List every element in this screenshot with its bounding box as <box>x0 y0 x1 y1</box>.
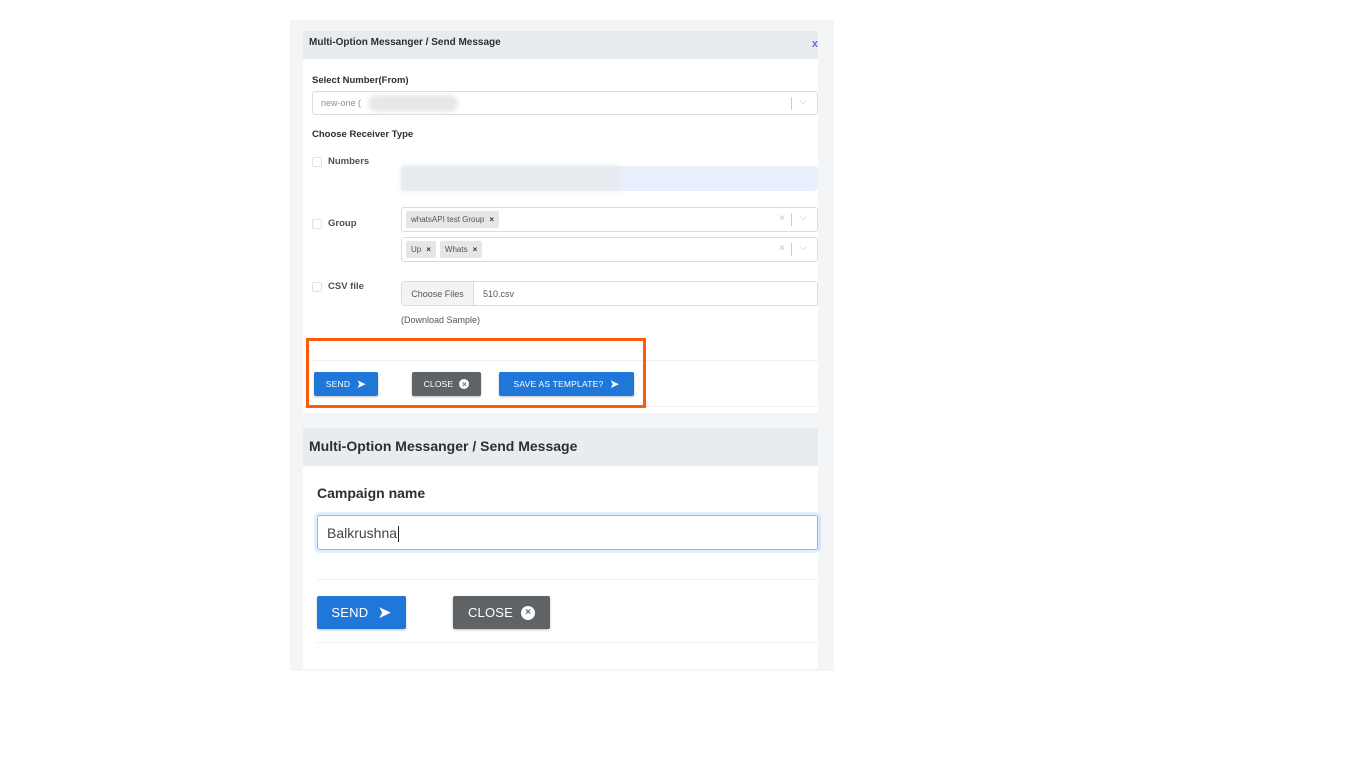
dropdown-indicator[interactable]: ⌵ <box>791 92 817 114</box>
divider <box>317 579 818 580</box>
download-sample-link[interactable]: (Download Sample) <box>401 315 480 325</box>
indicator-separator <box>791 213 792 226</box>
redacted-numbers <box>401 166 621 191</box>
dropdown-indicator[interactable]: ⌵ <box>791 208 817 231</box>
csv-option: CSV file <box>312 281 364 292</box>
close-button[interactable]: CLOSE × <box>453 596 550 629</box>
send-button[interactable]: SEND ➤ <box>317 596 406 629</box>
csv-label: CSV file <box>328 281 364 292</box>
chevron-down-icon: ⌵ <box>800 96 807 106</box>
close-icon[interactable]: x <box>812 38 818 50</box>
numbers-option: Numbers <box>312 156 369 167</box>
text-cursor <box>398 526 400 543</box>
group-checkbox[interactable] <box>312 218 322 229</box>
selected-tags: whatsAPI test Group × <box>406 211 500 228</box>
receiver-type-label: Choose Receiver Type <box>312 129 414 140</box>
clear-icon[interactable]: × <box>779 213 785 224</box>
tag: Up × <box>406 241 436 258</box>
campaign-name-input[interactable]: Balkrushna <box>317 515 818 550</box>
campaign-name-label: Campaign name <box>317 485 426 501</box>
choose-files-button[interactable]: Choose Files <box>402 282 474 305</box>
panel-header: Multi-Option Messanger / Send Message x <box>303 31 818 59</box>
tag-remove-icon[interactable]: × <box>473 245 478 254</box>
tag: whatsAPI test Group × <box>406 211 500 228</box>
tag: Whats × <box>439 241 483 258</box>
breadcrumb: Multi-Option Messanger / Send Message <box>309 438 578 454</box>
send-icon: ➤ <box>377 602 392 622</box>
chevron-down-icon: ⌵ <box>800 212 807 222</box>
close-circle-icon: × <box>521 605 536 620</box>
select-number-dropdown[interactable]: new-one ( ⌵ <box>312 91 818 115</box>
dropdown-indicator[interactable]: ⌵ <box>791 238 817 261</box>
panel-header: Multi-Option Messanger / Send Message <box>303 428 818 466</box>
file-name: 510.csv <box>483 289 515 299</box>
indicator-separator <box>791 243 792 256</box>
chevron-down-icon: ⌵ <box>800 242 807 252</box>
indicator-separator <box>791 97 792 110</box>
redacted-number <box>368 95 458 112</box>
tag-label: Whats <box>444 245 468 254</box>
close-label: CLOSE <box>467 605 514 620</box>
send-message-panel-large: Multi-Option Messanger / Send Message Ca… <box>303 428 818 669</box>
numbers-input[interactable] <box>401 166 818 191</box>
clear-icon[interactable]: × <box>779 243 785 254</box>
send-label: SEND <box>331 605 369 620</box>
highlight-box <box>306 338 646 408</box>
tag-label: whatsAPI test Group <box>411 215 485 224</box>
group-select-1[interactable]: whatsAPI test Group × × ⌵ <box>401 207 818 232</box>
select-number-value: new-one ( <box>321 98 362 108</box>
group-option: Group <box>312 218 357 229</box>
tag-remove-icon[interactable]: × <box>489 215 494 224</box>
csv-checkbox[interactable] <box>312 281 322 292</box>
select-number-label: Select Number(From) <box>312 75 409 86</box>
tag-label: Up <box>411 245 422 254</box>
numbers-checkbox[interactable] <box>312 156 322 167</box>
tag-remove-icon[interactable]: × <box>426 245 431 254</box>
csv-file-input[interactable]: Choose Files 510.csv <box>401 281 818 306</box>
divider <box>317 642 818 643</box>
breadcrumb: Multi-Option Messanger / Send Message <box>309 37 501 48</box>
page-background: Multi-Option Messanger / Send Message x … <box>290 20 834 671</box>
campaign-name-value: Balkrushna <box>327 525 398 541</box>
group-label: Group <box>328 218 357 229</box>
selected-tags: Up × Whats × <box>406 241 483 258</box>
numbers-label: Numbers <box>328 156 370 167</box>
group-select-2[interactable]: Up × Whats × × ⌵ <box>401 237 818 262</box>
